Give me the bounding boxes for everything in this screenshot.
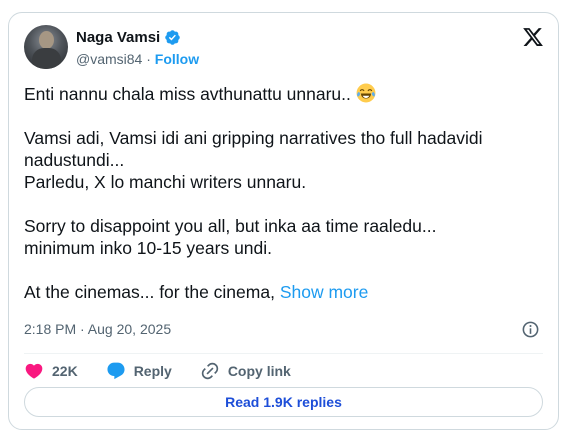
reply-button[interactable]: Reply (106, 361, 172, 381)
info-icon[interactable] (521, 320, 540, 339)
tweet-line: At the cinemas... for the cinema, Show m… (24, 281, 544, 303)
tweet-line: Enti nannu chala miss avthunattu unnaru.… (24, 83, 544, 105)
divider (24, 353, 543, 354)
tweet-line: Parledu, X lo manchi writers unnaru. (24, 172, 307, 192)
tweet-line-text: At the cinemas... for the cinema, (24, 282, 275, 302)
author-handle[interactable]: @vamsi84 (76, 51, 142, 67)
author-name[interactable]: Naga Vamsi (76, 29, 160, 46)
reply-bubble-icon (107, 362, 125, 380)
reply-label: Reply (133, 363, 172, 379)
handle-separator: · (146, 51, 151, 67)
author-handle-row: @vamsi84 · Follow (76, 51, 199, 67)
avatar[interactable] (24, 25, 68, 69)
copy-link-label: Copy link (227, 363, 291, 379)
tweet-line: minimum inko 10-15 years undi. (24, 238, 273, 258)
tweet-line: Sorry to disappoint you all, but inka aa… (24, 216, 437, 236)
follow-button[interactable]: Follow (155, 51, 199, 67)
avatar-torso (32, 48, 61, 69)
tweet-timestamp[interactable]: 2:18 PM · Aug 20, 2025 (24, 321, 171, 337)
read-replies-button[interactable]: Read 1.9K replies (24, 387, 543, 417)
tweet-line-text: Enti nannu chala miss avthunattu unnaru.… (24, 84, 351, 104)
author-name-row: Naga Vamsi (76, 29, 181, 46)
link-icon (201, 362, 219, 380)
like-button[interactable]: 22K (24, 361, 78, 381)
joy-emoji-icon (356, 83, 376, 103)
x-logo-icon[interactable] (522, 26, 544, 48)
action-bar: 22K Reply Copy link (24, 359, 319, 383)
like-count: 22K (52, 363, 78, 379)
tweet-text: Enti nannu chala miss avthunattu unnaru.… (24, 83, 544, 303)
tweet-card: Naga Vamsi @vamsi84 · Follow Enti nannu … (8, 12, 559, 430)
heart-icon (25, 363, 43, 379)
verified-badge-icon (165, 30, 180, 45)
show-more-link[interactable]: Show more (280, 282, 369, 302)
copy-link-button[interactable]: Copy link (200, 361, 291, 381)
avatar-head (39, 31, 54, 49)
tweet-line: Vamsi adi, Vamsi idi ani gripping narrat… (24, 128, 483, 170)
